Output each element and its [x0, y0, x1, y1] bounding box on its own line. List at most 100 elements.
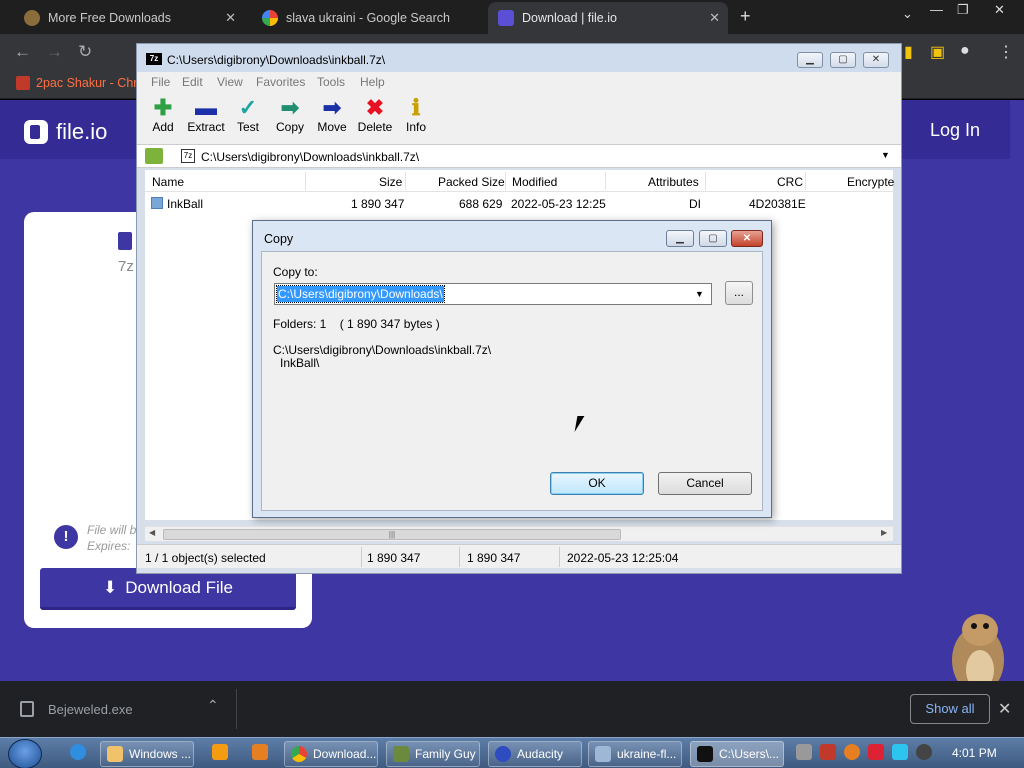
column-separator[interactable] — [305, 172, 306, 190]
chevron-down-icon[interactable]: ▼ — [695, 289, 704, 299]
col-packed-size[interactable]: Packed Size — [438, 175, 505, 189]
ok-button[interactable]: OK — [550, 472, 644, 495]
maximize-button[interactable]: ▢ — [830, 52, 856, 68]
menu-favorites[interactable]: Favorites — [256, 75, 305, 89]
site-logo[interactable]: file.io — [24, 119, 107, 145]
minimize-button[interactable]: ▁ — [666, 230, 694, 247]
close-icon[interactable]: ✕ — [225, 10, 236, 26]
restore-icon[interactable]: ❐ — [957, 2, 969, 18]
show-all-button[interactable]: Show all — [910, 694, 990, 724]
forward-icon[interactable]: → — [46, 42, 63, 62]
scroll-right-icon[interactable]: ▶ — [881, 528, 887, 537]
ie-icon[interactable] — [70, 744, 86, 760]
delete-button[interactable]: ✖ Delete — [353, 96, 397, 135]
toolbar-label: Test — [236, 120, 259, 134]
scroll-left-icon[interactable]: ◀ — [149, 528, 155, 537]
window-titlebar[interactable]: 7z C:\Users\digibrony\Downloads\inkball.… — [137, 44, 901, 72]
reload-icon[interactable]: ↻ — [78, 42, 92, 62]
page-scrollbar[interactable] — [1010, 100, 1024, 681]
extension-icon[interactable]: ▮ — [904, 42, 913, 62]
add-button[interactable]: ✚ Add — [141, 96, 185, 135]
column-headers: Name Size Packed Size Modified Attribute… — [145, 170, 894, 192]
folder-up-icon[interactable] — [145, 148, 163, 164]
tray-icon[interactable] — [820, 744, 836, 760]
col-modified[interactable]: Modified — [512, 175, 557, 189]
desktop: More Free Downloads ✕ slava ukraini - Go… — [0, 0, 1024, 768]
menu-icon[interactable]: ⋮ — [998, 42, 1014, 62]
status-size-2: 1 890 347 — [467, 551, 521, 565]
column-separator[interactable] — [805, 172, 806, 190]
chevron-up-icon[interactable]: ⌃ — [207, 697, 219, 714]
sidepanel-icon[interactable]: ▣ — [930, 42, 945, 62]
clock[interactable]: 4:01 PM — [952, 746, 997, 760]
file-extension: 7z — [118, 258, 134, 275]
toolbar-label: Move — [317, 120, 347, 134]
menu-tools[interactable]: Tools — [317, 75, 345, 89]
flag-icon[interactable] — [868, 744, 884, 760]
col-size[interactable]: Size — [379, 175, 402, 189]
menu-edit[interactable]: Edit — [182, 75, 203, 89]
col-name[interactable]: Name — [152, 175, 184, 189]
tab-search-icon[interactable]: ⌄ — [902, 6, 913, 22]
close-icon[interactable]: ✕ — [998, 699, 1011, 719]
profile-icon[interactable]: ● — [960, 42, 970, 60]
minimize-icon[interactable]: — — [930, 2, 943, 17]
media-player-icon[interactable] — [212, 744, 228, 760]
close-window-icon[interactable]: ✕ — [994, 2, 1005, 18]
tray-icon[interactable] — [796, 744, 812, 760]
taskbar-label: ukraine-fl... — [617, 747, 677, 761]
bookmark-2pac[interactable]: 2pac Shakur - Chro — [16, 76, 144, 90]
chevron-down-icon[interactable]: ▼ — [881, 150, 890, 160]
move-button[interactable]: ➡ Move — [310, 96, 354, 135]
horizontal-scrollbar[interactable]: ◀ ||| ▶ — [145, 526, 893, 541]
taskbar-family-guy[interactable]: Family Guy — [386, 741, 480, 767]
tab-fileio[interactable]: Download | file.io ✕ — [488, 2, 728, 34]
toolbar-label: Extract — [187, 120, 225, 134]
menu-help[interactable]: Help — [360, 75, 385, 89]
tray-icon[interactable] — [844, 744, 860, 760]
tab-google-search[interactable]: slava ukraini - Google Search — [252, 2, 482, 34]
download-item[interactable]: Bejeweled.exe — [20, 701, 133, 717]
cancel-button[interactable]: Cancel — [658, 472, 752, 495]
column-separator[interactable] — [405, 172, 406, 190]
copy-to-combobox[interactable]: C:\Users\digibrony\Downloads\ ▼ — [274, 283, 712, 305]
extract-button[interactable]: ▬ Extract — [184, 96, 228, 135]
browse-button[interactable]: ... — [725, 281, 753, 305]
back-icon[interactable]: ← — [14, 42, 31, 62]
column-separator[interactable] — [505, 172, 506, 190]
divider — [559, 547, 560, 567]
volume-icon[interactable] — [916, 744, 932, 760]
app-icon[interactable] — [252, 744, 268, 760]
menu-file[interactable]: File — [151, 75, 170, 89]
new-tab-icon[interactable]: + — [740, 6, 751, 27]
info-button[interactable]: ℹ Info — [394, 96, 438, 135]
close-button[interactable]: ✕ — [731, 230, 763, 247]
close-icon[interactable]: ✕ — [709, 10, 720, 26]
taskbar-chrome[interactable]: Download... — [284, 741, 378, 767]
taskbar-audacity[interactable]: Audacity — [488, 741, 582, 767]
tab-more-free-downloads[interactable]: More Free Downloads ✕ — [14, 2, 244, 34]
login-link[interactable]: Log In — [930, 120, 980, 141]
copy-button[interactable]: ➡ Copy — [268, 96, 312, 135]
status-size: 1 890 347 — [367, 551, 421, 565]
close-button[interactable]: ✕ — [863, 52, 889, 68]
taskbar-ukraine-folder[interactable]: ukraine-fl... — [588, 741, 682, 767]
test-button[interactable]: ✓ Test — [226, 96, 270, 135]
minimize-button[interactable]: ▁ — [797, 52, 823, 68]
download-filename: Bejeweled.exe — [48, 701, 133, 717]
taskbar-windows-explorer[interactable]: Windows ... — [100, 741, 194, 767]
column-separator[interactable] — [605, 172, 606, 190]
maximize-button[interactable]: ▢ — [699, 230, 727, 247]
col-encrypted[interactable]: Encrypte — [847, 175, 894, 189]
copy-to-input[interactable]: C:\Users\digibrony\Downloads\ — [276, 285, 445, 303]
menu-view[interactable]: View — [217, 75, 243, 89]
address-input[interactable]: C:\Users\digibrony\Downloads\inkball.7z\ — [201, 150, 419, 164]
monitor-icon[interactable] — [892, 744, 908, 760]
taskbar-7zip[interactable]: C:\Users\... — [690, 741, 784, 767]
col-crc[interactable]: CRC — [777, 175, 803, 189]
scroll-thumb[interactable]: ||| — [163, 529, 621, 540]
start-button[interactable] — [8, 739, 42, 768]
column-separator[interactable] — [705, 172, 706, 190]
col-attributes[interactable]: Attributes — [648, 175, 699, 189]
download-file-button[interactable]: ⬇ Download File — [40, 568, 296, 610]
